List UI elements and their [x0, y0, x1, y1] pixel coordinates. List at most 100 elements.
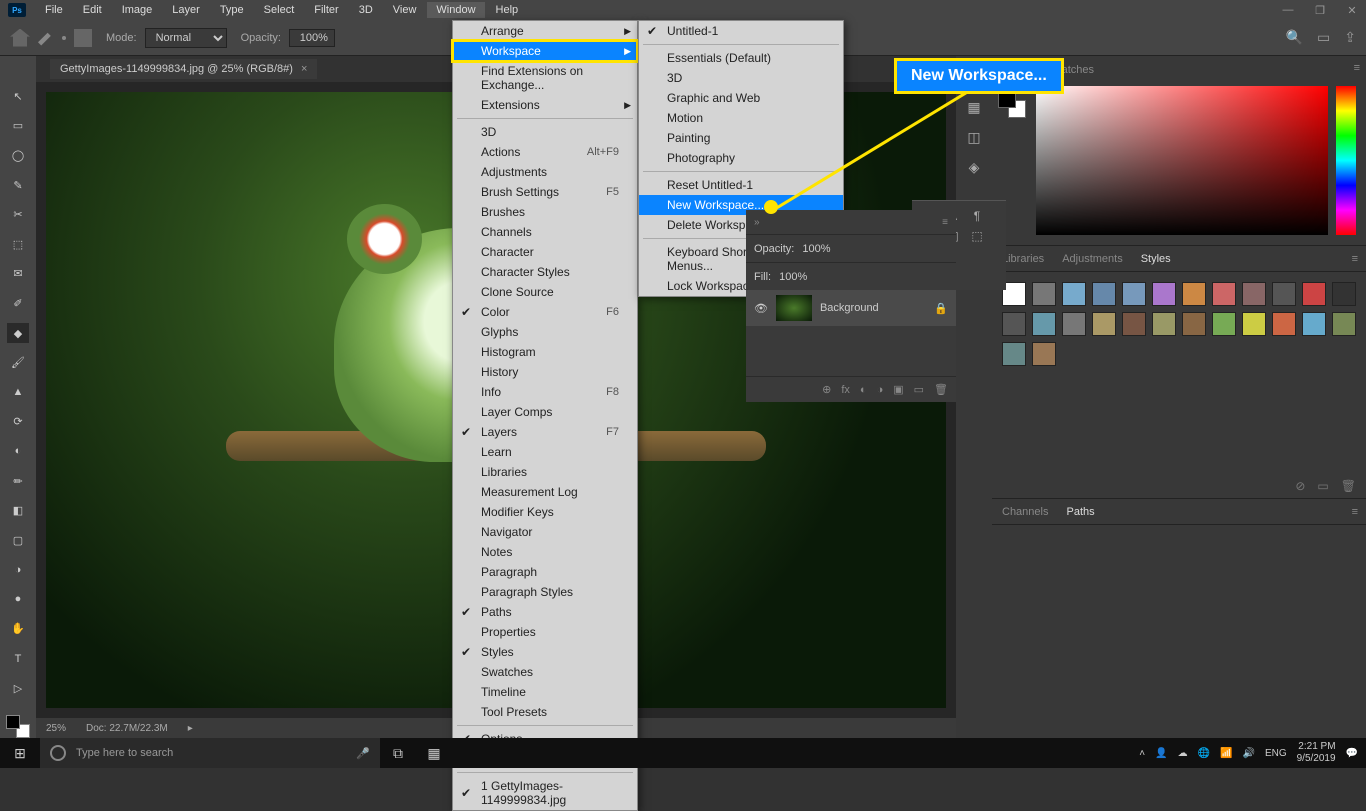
- style-swatch[interactable]: [1002, 312, 1026, 336]
- chevron-right-icon[interactable]: ▸: [188, 723, 193, 734]
- menu-item-layers[interactable]: ✔LayersF7: [453, 422, 637, 442]
- strip-icon-2[interactable]: ◫: [963, 126, 985, 148]
- zoom-tool[interactable]: ▷: [7, 678, 29, 699]
- style-swatch[interactable]: [1212, 282, 1236, 306]
- menu-item-properties[interactable]: Properties: [453, 622, 637, 642]
- strip-icon-3[interactable]: ◈: [963, 156, 985, 178]
- style-swatch[interactable]: [1272, 312, 1296, 336]
- menu-item-paths[interactable]: ✔Paths: [453, 602, 637, 622]
- style-swatch[interactable]: [1302, 282, 1326, 306]
- tray-lang[interactable]: ENG: [1265, 748, 1287, 759]
- style-swatch[interactable]: [1152, 312, 1176, 336]
- lasso-tool[interactable]: ◯: [7, 145, 29, 166]
- type-tool[interactable]: ◑: [7, 560, 29, 581]
- menu-item-painting[interactable]: Painting: [639, 128, 843, 148]
- style-swatch[interactable]: [1092, 312, 1116, 336]
- tray-notif-icon[interactable]: 💬: [1346, 748, 1358, 759]
- menu-item-tool-presets[interactable]: Tool Presets: [453, 702, 637, 722]
- opacity-value[interactable]: 100%: [802, 243, 830, 255]
- style-swatch[interactable]: [1332, 312, 1356, 336]
- menu-item-find-extensions-on-exchange-[interactable]: Find Extensions on Exchange...: [453, 61, 637, 95]
- taskview-icon[interactable]: ⧉: [380, 738, 416, 768]
- tab-paths[interactable]: Paths: [1064, 504, 1096, 520]
- menu-item-extensions[interactable]: Extensions▶: [453, 95, 637, 115]
- healing-tool[interactable]: ✐: [7, 293, 29, 314]
- menu-item-graphic-and-web[interactable]: Graphic and Web: [639, 88, 843, 108]
- color-fgbg[interactable]: [998, 90, 1026, 118]
- new-layer-icon[interactable]: ▭: [914, 383, 924, 396]
- tab-adjustments[interactable]: Adjustments: [1060, 251, 1125, 267]
- style-swatch[interactable]: [1242, 282, 1266, 306]
- menu-item-adjustments[interactable]: Adjustments: [453, 162, 637, 182]
- style-swatch[interactable]: [1062, 282, 1086, 306]
- menu-item-untitled-1[interactable]: ✔Untitled-1: [639, 21, 843, 41]
- fill-value[interactable]: 100%: [779, 271, 807, 283]
- menu-image[interactable]: Image: [113, 2, 162, 18]
- frame-tool[interactable]: ⬚: [7, 234, 29, 255]
- menu-3d[interactable]: 3D: [350, 2, 382, 18]
- trash-icon[interactable]: 🗑: [1341, 479, 1356, 493]
- new-style-icon[interactable]: ▭: [1317, 479, 1328, 493]
- group-icon[interactable]: ▣: [893, 383, 903, 396]
- menu-item-3d[interactable]: 3D: [639, 68, 843, 88]
- menu-item-info[interactable]: InfoF8: [453, 382, 637, 402]
- style-swatch[interactable]: [1242, 312, 1266, 336]
- layers-tabs-more[interactable]: »: [754, 217, 760, 228]
- menu-item-histogram[interactable]: Histogram: [453, 342, 637, 362]
- menu-item-swatches[interactable]: Swatches: [453, 662, 637, 682]
- brush-panel-icon[interactable]: [74, 29, 92, 47]
- home-icon[interactable]: [10, 29, 30, 47]
- menu-item-photography[interactable]: Photography: [639, 148, 843, 168]
- tab-close-icon[interactable]: ×: [301, 63, 307, 75]
- menu-item-libraries[interactable]: Libraries: [453, 462, 637, 482]
- dodge-tool[interactable]: ◧: [7, 500, 29, 521]
- tray-up-icon[interactable]: ˄: [1139, 748, 1145, 759]
- shape-tool[interactable]: ✋: [7, 619, 29, 640]
- hue-slider[interactable]: [1336, 86, 1356, 235]
- tray-net-icon[interactable]: 🌐: [1198, 748, 1210, 759]
- style-swatch[interactable]: [1002, 342, 1026, 366]
- menu-help[interactable]: Help: [487, 2, 528, 18]
- menu-layer[interactable]: Layer: [163, 2, 209, 18]
- style-swatch[interactable]: [1152, 282, 1176, 306]
- menu-file[interactable]: File: [36, 2, 72, 18]
- mini-icon-6[interactable]: ⬚: [968, 229, 986, 243]
- fg-bg-swatch[interactable]: [6, 715, 30, 737]
- menu-edit[interactable]: Edit: [74, 2, 111, 18]
- path-tool[interactable]: ●: [7, 589, 29, 610]
- style-swatch[interactable]: [1032, 342, 1056, 366]
- adjust-icon[interactable]: ◑: [877, 384, 884, 396]
- menu-window[interactable]: Window: [427, 2, 484, 18]
- menu-view[interactable]: View: [384, 2, 426, 18]
- menu-item-measurement-log[interactable]: Measurement Log: [453, 482, 637, 502]
- stamp-tool[interactable]: 🖌: [7, 352, 29, 373]
- mic-icon[interactable]: 🎤: [356, 747, 370, 760]
- menu-type[interactable]: Type: [211, 2, 253, 18]
- menu-item-paragraph[interactable]: Paragraph: [453, 562, 637, 582]
- layer-row[interactable]: 👁 Background 🔒: [746, 290, 956, 326]
- menu-item-glyphs[interactable]: Glyphs: [453, 322, 637, 342]
- menu-item-arrange[interactable]: Arrange▶: [453, 21, 637, 41]
- eyedropper-tool[interactable]: ✉: [7, 264, 29, 285]
- strip-icon-1[interactable]: ▦: [963, 96, 985, 118]
- search-icon[interactable]: 🔍: [1286, 29, 1303, 46]
- menu-item-color[interactable]: ✔ColorF6: [453, 302, 637, 322]
- mini-icon-3[interactable]: ¶: [968, 209, 986, 223]
- menu-filter[interactable]: Filter: [305, 2, 347, 18]
- marquee-tool[interactable]: ▭: [7, 116, 29, 137]
- tray-wifi-icon[interactable]: 📶: [1220, 748, 1232, 759]
- minimize-icon[interactable]: —: [1278, 4, 1298, 16]
- menu-item-character[interactable]: Character: [453, 242, 637, 262]
- zoom-level[interactable]: 25%: [46, 723, 66, 734]
- menu-item-3d[interactable]: 3D: [453, 122, 637, 142]
- tab-channels[interactable]: Channels: [1000, 504, 1050, 520]
- menu-item-essentials-default-[interactable]: Essentials (Default): [639, 48, 843, 68]
- tray-clock[interactable]: 2:21 PM 9/5/2019: [1297, 741, 1336, 765]
- no-style-icon[interactable]: ⊘: [1295, 479, 1305, 493]
- menu-item-brushes[interactable]: Brushes: [453, 202, 637, 222]
- tray-people-icon[interactable]: 👤: [1155, 748, 1167, 759]
- menu-item-workspace[interactable]: Workspace▶: [453, 41, 637, 61]
- document-tab[interactable]: GettyImages-1149999834.jpg @ 25% (RGB/8#…: [50, 59, 317, 79]
- layers-menu-icon[interactable]: ≡: [942, 217, 948, 228]
- style-swatch[interactable]: [1212, 312, 1236, 336]
